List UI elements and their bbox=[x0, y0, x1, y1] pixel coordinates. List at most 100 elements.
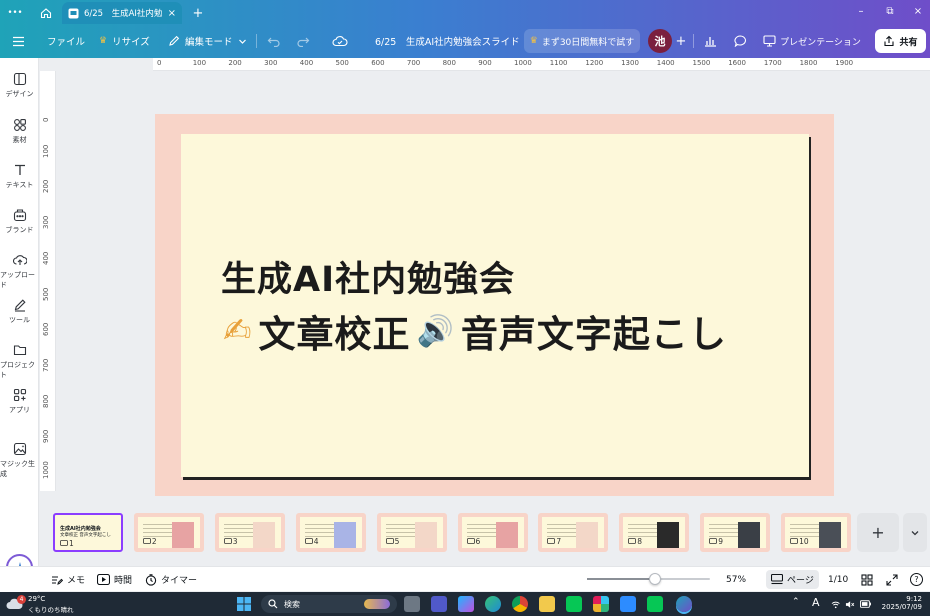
timer-button[interactable]: タイマー bbox=[145, 567, 197, 592]
page-thumbnail[interactable]: 5 bbox=[376, 513, 447, 552]
page-thumbnail[interactable]: 3 bbox=[214, 513, 285, 552]
free-trial-button[interactable]: ♛ まず30日間無料で試す bbox=[524, 29, 640, 53]
page-number-label: 6 bbox=[475, 537, 481, 546]
redo-button[interactable] bbox=[296, 24, 310, 58]
comment-icon bbox=[385, 538, 394, 544]
page-thumbnail[interactable]: 6 bbox=[457, 513, 528, 552]
cloud-save-status[interactable] bbox=[332, 24, 348, 58]
page-thumbnail[interactable]: 4 bbox=[295, 513, 366, 552]
home-tab-button[interactable] bbox=[38, 2, 54, 24]
ruler-tick-label: 400 bbox=[42, 251, 50, 265]
tray-status-icons[interactable] bbox=[831, 597, 871, 611]
comment-icon bbox=[628, 538, 637, 544]
slide-content-card[interactable]: 生成AI社内勉強会 ✍ 文章校正 🔊 音声文字起こし bbox=[181, 134, 809, 477]
page-thumbnail[interactable]: 生成AI社内勉強会 文章校正 音声文字起こし 1 bbox=[53, 513, 123, 552]
page-thumbnail[interactable]: 9 bbox=[700, 513, 771, 552]
sidebar-item-brand[interactable]: ブランド bbox=[0, 208, 39, 235]
timing-button[interactable]: 時間 bbox=[97, 567, 132, 592]
share-button[interactable]: 共有 bbox=[875, 29, 926, 53]
ruler-tick-label: 1700 bbox=[763, 59, 782, 67]
canva-app[interactable] bbox=[676, 596, 692, 612]
tab-close-icon[interactable]: × bbox=[168, 8, 176, 19]
page-number-label: 4 bbox=[313, 537, 319, 546]
window-maximize-button[interactable]: ⧉ bbox=[882, 4, 898, 20]
menu-dots-icon: ••• bbox=[7, 8, 23, 18]
slide-title[interactable]: 生成AI社内勉強会 bbox=[221, 251, 515, 302]
resize-button[interactable]: ♛ リサイズ bbox=[99, 24, 150, 58]
sidebar-item-projects[interactable]: プロジェクト bbox=[0, 343, 39, 380]
comments-button[interactable] bbox=[728, 29, 752, 53]
present-button[interactable]: プレゼンテーション bbox=[757, 29, 867, 53]
ruler-tick-label: 1200 bbox=[585, 59, 604, 67]
page-number: 1 bbox=[60, 539, 74, 548]
page-counter[interactable]: 1/10 bbox=[828, 567, 848, 592]
ime-indicator[interactable]: A bbox=[812, 596, 820, 609]
page-thumbnail[interactable]: 7 bbox=[538, 513, 609, 552]
browser-menu-button[interactable]: ••• bbox=[6, 2, 24, 24]
thumb-image-block bbox=[657, 522, 680, 548]
filmstrip-expand-button[interactable] bbox=[903, 513, 927, 552]
add-page-button[interactable]: + bbox=[857, 513, 899, 552]
add-collaborator-button[interactable]: + bbox=[673, 29, 689, 53]
ruler-tick-label: 0 bbox=[157, 59, 162, 67]
ruler-tick-label: 1400 bbox=[656, 59, 675, 67]
copilot-app[interactable] bbox=[458, 596, 474, 612]
taskbar-search[interactable]: 検索 bbox=[261, 595, 397, 613]
edge-app[interactable] bbox=[485, 596, 501, 612]
start-button[interactable] bbox=[236, 596, 252, 612]
page-number: 7 bbox=[547, 537, 561, 546]
document-title[interactable]: 6/25 生成AI社内勉強会スライド bbox=[375, 24, 520, 58]
page-number-label: 3 bbox=[232, 537, 238, 546]
window-minimize-button[interactable]: – bbox=[853, 4, 869, 20]
sidebar-item-magic-media[interactable]: マジック生成 bbox=[0, 442, 39, 479]
sidebar-item-uploads[interactable]: アップロード bbox=[0, 253, 39, 290]
insights-button[interactable] bbox=[698, 29, 722, 53]
page-thumbnail[interactable]: 8 bbox=[619, 513, 690, 552]
zoom-app[interactable] bbox=[620, 596, 636, 612]
tab-canva-document[interactable]: 6/25 生成AI社内勉... × bbox=[62, 2, 182, 24]
taskview-app[interactable] bbox=[404, 596, 420, 612]
weather-widget[interactable]: 4 29°C くもりのち晴れ bbox=[6, 595, 76, 614]
sidebar-item-text[interactable]: テキスト bbox=[0, 163, 39, 190]
window-close-button[interactable]: × bbox=[910, 4, 926, 20]
fullscreen-button[interactable] bbox=[886, 567, 898, 592]
main-menu-button[interactable] bbox=[12, 24, 25, 58]
slack-app[interactable] bbox=[593, 596, 609, 612]
apps-icon bbox=[13, 388, 26, 402]
help-button[interactable]: ? bbox=[910, 567, 923, 592]
clock-time: 9:12 bbox=[906, 595, 922, 603]
slide-subtitle[interactable]: ✍ 文章校正 🔊 音声文字起こし bbox=[223, 304, 727, 358]
ruler-tick-label: 1600 bbox=[728, 59, 747, 67]
user-avatar[interactable]: 池 bbox=[648, 29, 672, 53]
cloud-check-icon bbox=[332, 36, 348, 47]
present-label: プレゼンテーション bbox=[780, 37, 861, 48]
page-thumbnail[interactable]: 2 bbox=[133, 513, 204, 552]
zoom-level[interactable]: 57% bbox=[726, 567, 746, 592]
tray-overflow-icon[interactable]: ⌃ bbox=[792, 597, 800, 607]
edit-mode-dropdown[interactable]: 編集モード bbox=[168, 24, 247, 58]
line-works-app[interactable] bbox=[647, 596, 663, 612]
sidebar-item-design[interactable]: デザイン bbox=[0, 72, 39, 99]
teams-app[interactable] bbox=[431, 596, 447, 612]
new-tab-button[interactable]: + bbox=[190, 2, 206, 24]
grid-view-button[interactable] bbox=[861, 567, 873, 592]
file-explorer-app[interactable] bbox=[539, 596, 555, 612]
taskbar-clock[interactable]: 9:12 2025/07/09 bbox=[878, 595, 922, 611]
sidebar-item-tools[interactable]: ツール bbox=[0, 298, 39, 325]
ruler-tick-label: 1900 bbox=[835, 59, 854, 67]
sidebar-item-elements[interactable]: 素材 bbox=[0, 118, 39, 145]
zoom-slider-track[interactable] bbox=[587, 573, 710, 585]
line-app[interactable] bbox=[566, 596, 582, 612]
notes-button[interactable]: メモ bbox=[51, 567, 85, 592]
ruler-tick-label: 1800 bbox=[799, 59, 818, 67]
page-number: 6 bbox=[466, 537, 481, 546]
folder-icon bbox=[13, 345, 26, 356]
undo-button[interactable] bbox=[267, 24, 281, 58]
page-view-button[interactable]: ページ bbox=[766, 570, 819, 589]
ruler-tick-label: 1000 bbox=[514, 59, 532, 67]
sidebar-item-apps[interactable]: アプリ bbox=[0, 388, 39, 415]
page-thumbnail[interactable]: 10 bbox=[781, 513, 852, 552]
zoom-slider-thumb[interactable] bbox=[649, 573, 661, 585]
file-menu[interactable]: ファイル bbox=[47, 24, 85, 58]
chrome-app[interactable] bbox=[512, 596, 528, 612]
